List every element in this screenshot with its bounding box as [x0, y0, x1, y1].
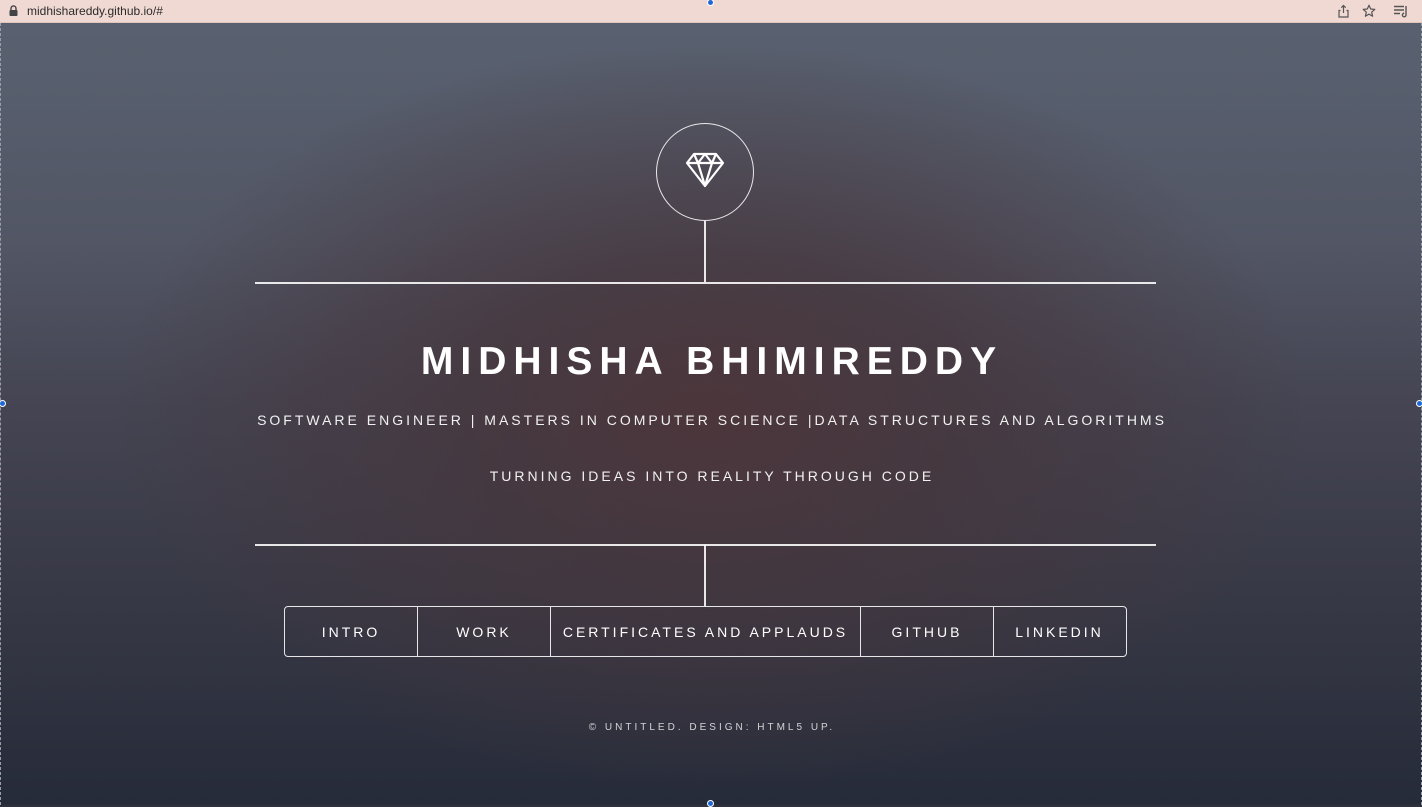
nav-certificates-and-applauds[interactable]: CERTIFICATES AND APPLAUDS [551, 607, 861, 656]
main-navigation: INTRO WORK CERTIFICATES AND APPLAUDS GIT… [284, 606, 1127, 657]
bottom-divider [255, 544, 1156, 546]
reading-list-icon[interactable] [1393, 3, 1409, 19]
lock-icon [8, 5, 19, 17]
selection-handle-bottom[interactable] [707, 800, 714, 807]
nav-work[interactable]: WORK [418, 607, 551, 656]
nav-github[interactable]: GITHUB [861, 607, 994, 656]
share-icon[interactable] [1335, 3, 1351, 19]
top-divider [255, 282, 1156, 284]
nav-intro[interactable]: INTRO [285, 607, 418, 656]
page-viewport: MIDHISHA BHIMIREDDY SOFTWARE ENGINEER | … [0, 23, 1422, 805]
page-title: MIDHISHA BHIMIREDDY [420, 340, 1004, 383]
top-connector-line [704, 221, 706, 282]
bottom-connector-line [704, 545, 706, 606]
selection-handle-right[interactable] [1416, 400, 1422, 407]
url-text[interactable]: midhishareddy.github.io/# [27, 4, 163, 18]
subtitle: SOFTWARE ENGINEER | MASTERS IN COMPUTER … [257, 412, 1167, 428]
star-icon[interactable] [1361, 3, 1377, 19]
diamond-icon [685, 151, 725, 194]
footer-copyright: © UNTITLED. DESIGN: HTML5 UP. [588, 722, 836, 733]
nav-linkedin[interactable]: LINKEDIN [994, 607, 1125, 656]
logo-circle [656, 123, 754, 221]
tagline: TURNING IDEAS INTO REALITY THROUGH CODE [489, 468, 935, 484]
